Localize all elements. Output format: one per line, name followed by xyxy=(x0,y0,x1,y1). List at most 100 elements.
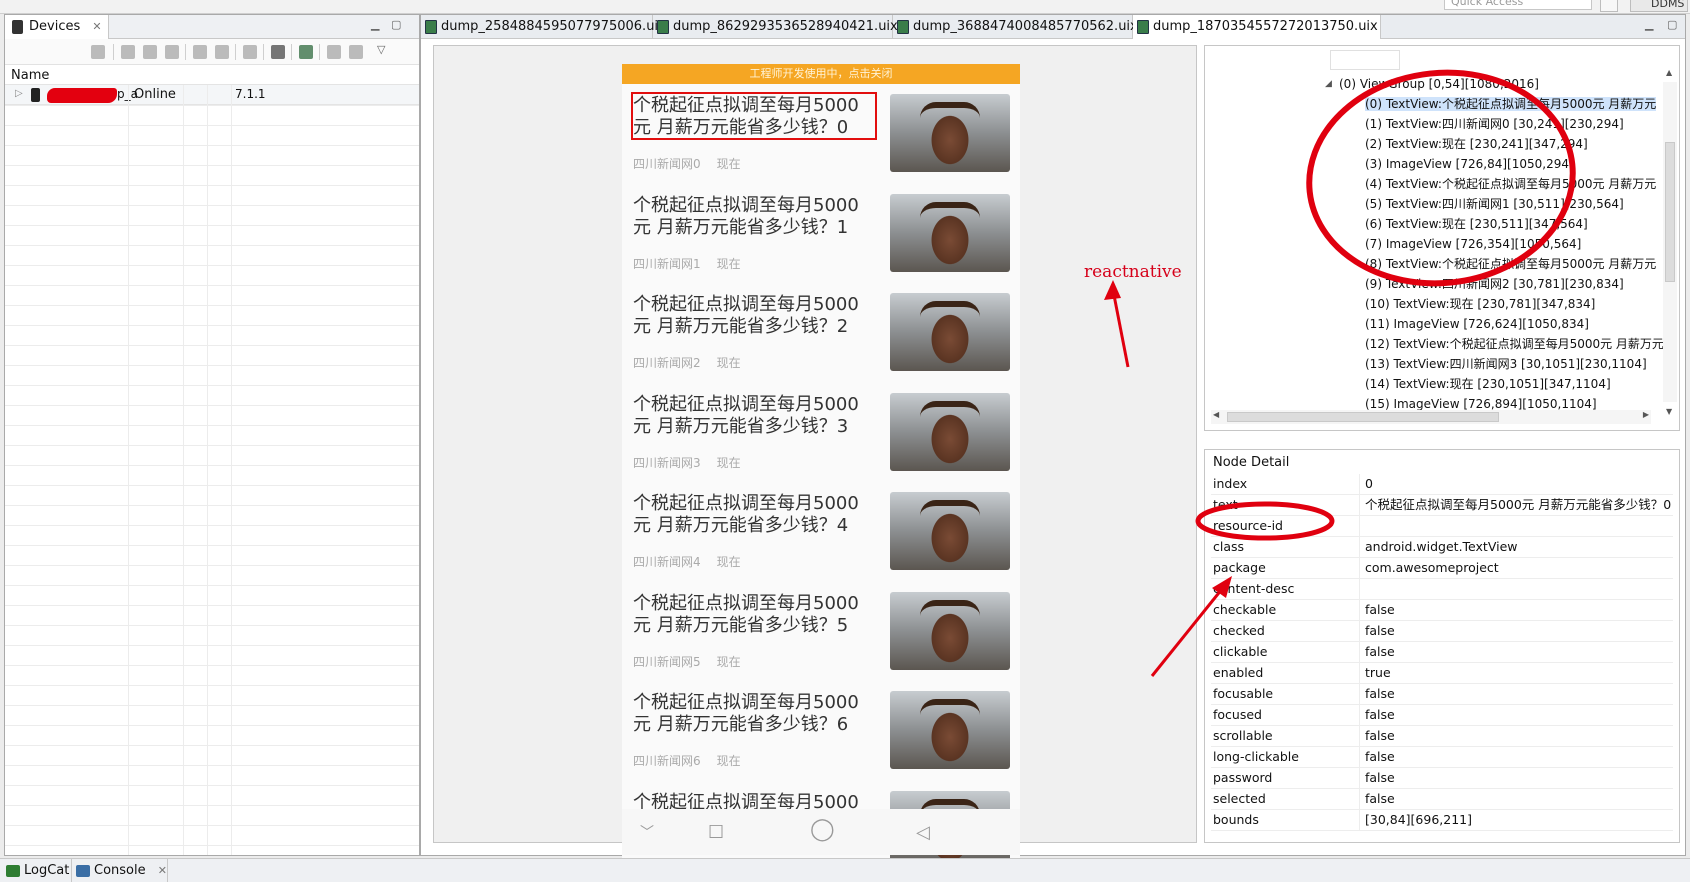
logcat-tab[interactable]: LogCat xyxy=(2,859,72,882)
ddms-perspective-button[interactable]: DDMS xyxy=(1630,0,1688,12)
uix-file-icon xyxy=(897,20,909,34)
editor-tab-3[interactable]: dump_3688474008485770562.uix xyxy=(893,15,1138,39)
tree-node-label: (2) TextView:现在 [230,241][347,294] xyxy=(1365,137,1588,151)
news-source: 四川新闻网2 xyxy=(633,356,701,370)
logcat-tab-label: LogCat xyxy=(24,863,70,878)
recents-icon[interactable]: ☐ xyxy=(708,824,724,842)
tree-node[interactable]: (9) TextView:四川新闻网2 [30,781][230,834] xyxy=(1365,274,1624,294)
stop-process-icon[interactable] xyxy=(243,45,257,59)
tree-node[interactable]: (8) TextView:个税起征点拟调至每月5000元 月薪万元 xyxy=(1365,254,1656,274)
expand-icon[interactable]: ▷ xyxy=(15,88,23,99)
tree-node[interactable]: (7) ImageView [726,354][1050,564] xyxy=(1365,234,1581,254)
close-icon[interactable]: ✕ xyxy=(92,20,101,33)
method-profiling-icon[interactable] xyxy=(215,45,229,59)
news-item[interactable]: 个税起征点拟调至每月5000元 月薪万元能省多少钱？0 四川新闻网0 现在 xyxy=(622,90,1020,186)
detail-row-focusable[interactable]: focusable false xyxy=(1211,684,1673,705)
tree-node[interactable]: (0) TextView:个税起征点拟调至每月5000元 月薪万元 xyxy=(1365,94,1657,114)
detail-value: false xyxy=(1365,791,1395,806)
tree-node[interactable]: (12) TextView:个税起征点拟调至每月5000元 月薪万元 xyxy=(1365,334,1664,354)
news-item[interactable]: 个税起征点拟调至每月5000元 月薪万元能省多少钱？6 四川新闻网6 现在 xyxy=(622,687,1020,783)
detail-row-long-clickable[interactable]: long-clickable false xyxy=(1211,747,1673,768)
detail-row-index[interactable]: index 0 xyxy=(1211,474,1673,495)
news-thumbnail xyxy=(890,94,1010,172)
tree-node-label: (10) TextView:现在 [230,781][347,834] xyxy=(1365,297,1596,311)
news-item[interactable]: 个税起征点拟调至每月5000元 月薪万元能省多少钱？3 四川新闻网3 现在 xyxy=(622,389,1020,485)
collapse-icon[interactable]: ◢ xyxy=(1325,74,1332,94)
chevron-down-icon[interactable]: ﹀ xyxy=(640,824,654,842)
detail-value: 0 xyxy=(1365,476,1373,491)
tree-node-label: (6) TextView:现在 [230,511][347,564] xyxy=(1365,217,1588,231)
tree-node[interactable]: (14) TextView:现在 [230,1051][347,1104] xyxy=(1365,374,1611,394)
detail-row-scrollable[interactable]: scrollable false xyxy=(1211,726,1673,747)
detail-key: text xyxy=(1213,497,1238,512)
update-heap-icon[interactable] xyxy=(121,45,135,59)
detail-row-bounds[interactable]: bounds [30,84][696,211] xyxy=(1211,810,1673,831)
device-row[interactable]: ▷ p_a Online 7.1.1 xyxy=(5,85,419,105)
maximize-icon[interactable]: ▢ xyxy=(1667,18,1677,31)
detail-row-focused[interactable]: focused false xyxy=(1211,705,1673,726)
start-systrace-icon[interactable] xyxy=(327,45,341,59)
tree-node[interactable]: (13) TextView:四川新闻网3 [30,1051][230,1104] xyxy=(1365,354,1647,374)
device-screen[interactable]: 工程师开发使用中，点击关闭 个税起征点拟调至每月5000元 月薪万元能省多少钱？… xyxy=(622,64,1020,860)
bottom-views-bar: LogCat Console ✕ xyxy=(0,858,1690,882)
debug-icon[interactable] xyxy=(91,45,105,59)
console-tab[interactable]: Console ✕ xyxy=(72,859,168,882)
detail-row-password[interactable]: password false xyxy=(1211,768,1673,789)
detail-row-text[interactable]: text 个税起征点拟调至每月5000元 月薪万元能省多少钱？0 xyxy=(1211,495,1673,516)
news-item[interactable]: 个税起征点拟调至每月5000元 月薪万元能省多少钱？4 四川新闻网4 现在 xyxy=(622,488,1020,584)
detail-key: focused xyxy=(1213,707,1262,722)
tree-node[interactable]: (2) TextView:现在 [230,241][347,294] xyxy=(1365,134,1588,154)
screen-capture-icon[interactable] xyxy=(271,45,285,59)
developer-banner[interactable]: 工程师开发使用中，点击关闭 xyxy=(622,64,1020,84)
minimize-icon[interactable]: ▁ xyxy=(1645,18,1653,31)
tree-node[interactable]: (1) TextView:四川新闻网0 [30,241][230,294] xyxy=(1365,114,1624,134)
news-item[interactable]: 个税起征点拟调至每月5000元 月薪万元能省多少钱？5 四川新闻网5 现在 xyxy=(622,588,1020,684)
close-icon[interactable]: ✕ xyxy=(158,864,167,877)
cause-gc-icon[interactable] xyxy=(165,45,179,59)
tree-node[interactable]: (10) TextView:现在 [230,781][347,834] xyxy=(1365,294,1595,314)
detail-row-selected[interactable]: selected false xyxy=(1211,789,1673,810)
minimize-icon[interactable]: ▁ xyxy=(371,18,379,31)
detail-row-clickable[interactable]: clickable false xyxy=(1211,642,1673,663)
detail-row-class[interactable]: class android.widget.TextView xyxy=(1211,537,1673,558)
detail-value: false xyxy=(1365,686,1395,701)
detail-row-checkable[interactable]: checkable false xyxy=(1211,600,1673,621)
update-threads-icon[interactable] xyxy=(193,45,207,59)
home-icon[interactable]: ◯ xyxy=(810,819,835,841)
detail-row-enabled[interactable]: enabled true xyxy=(1211,663,1673,684)
detail-row-checked[interactable]: checked false xyxy=(1211,621,1673,642)
view-menu-chevron-icon[interactable]: ▽ xyxy=(377,43,385,56)
news-title: 个税起征点拟调至每月5000元 月薪万元能省多少钱？4 xyxy=(633,493,859,536)
dump-hprof-icon[interactable] xyxy=(143,45,157,59)
devices-tab[interactable]: Devices ✕ xyxy=(5,15,109,39)
detail-row-resource-id[interactable]: resource-id xyxy=(1211,516,1673,537)
maximize-icon[interactable]: ▢ xyxy=(391,18,401,31)
editor-tab-2[interactable]: dump_8629293536528940421.uix xyxy=(653,15,898,39)
news-item[interactable]: 个税起征点拟调至每月5000元 月薪万元能省多少钱？2 四川新闻网2 现在 xyxy=(622,289,1020,385)
dump-view-hierarchy-icon[interactable] xyxy=(299,45,313,59)
tree-node[interactable]: (5) TextView:四川新闻网1 [30,511][230,564] xyxy=(1365,194,1624,214)
tree-node[interactable]: (4) TextView:个税起征点拟调至每月5000元 月薪万元 xyxy=(1365,174,1656,194)
editor-tab-1[interactable]: dump_2584884595077975006.uix xyxy=(421,15,666,39)
hierarchy-vscrollbar[interactable]: ▲ ▼ xyxy=(1663,68,1677,416)
open-perspective-button[interactable] xyxy=(1600,0,1618,12)
device-screenshot-pane: 工程师开发使用中，点击关闭 个税起征点拟调至每月5000元 月薪万元能省多少钱？… xyxy=(433,45,1197,860)
tree-node-label: (3) ImageView [726,84][1050,294] xyxy=(1365,157,1574,171)
column-header-name[interactable]: Name xyxy=(11,68,49,83)
tree-node[interactable]: (6) TextView:现在 [230,511][347,564] xyxy=(1365,214,1588,234)
news-title: 个税起征点拟调至每月5000元 月薪万元能省多少钱？2 xyxy=(633,294,859,337)
editor-tab-4-active[interactable]: dump_1870354557272013750.uix ✕ xyxy=(1133,15,1381,57)
tree-node[interactable]: (11) ImageView [726,624][1050,834] xyxy=(1365,314,1589,334)
news-item[interactable]: 个税起征点拟调至每月5000元 月薪万元能省多少钱？1 四川新闻网1 现在 xyxy=(622,190,1020,286)
detail-row-content-desc[interactable]: content-desc xyxy=(1211,579,1673,600)
hierarchy-filter-field[interactable] xyxy=(1330,50,1400,70)
quick-access-field[interactable]: Quick Access xyxy=(1444,0,1592,10)
news-thumbnail xyxy=(890,293,1010,371)
editor-tab-label: dump_3688474008485770562.uix xyxy=(913,19,1138,34)
tree-root-node[interactable]: ◢ (0) ViewGroup [0,54][1080,2016] xyxy=(1325,74,1539,94)
opengl-trace-icon[interactable] xyxy=(349,45,363,59)
tree-node[interactable]: (3) ImageView [726,84][1050,294] xyxy=(1365,154,1574,174)
detail-row-package[interactable]: package com.awesomeproject xyxy=(1211,558,1673,579)
hierarchy-hscrollbar[interactable]: ◀ ▶ xyxy=(1211,410,1651,424)
back-icon[interactable]: ◁ xyxy=(916,824,930,842)
